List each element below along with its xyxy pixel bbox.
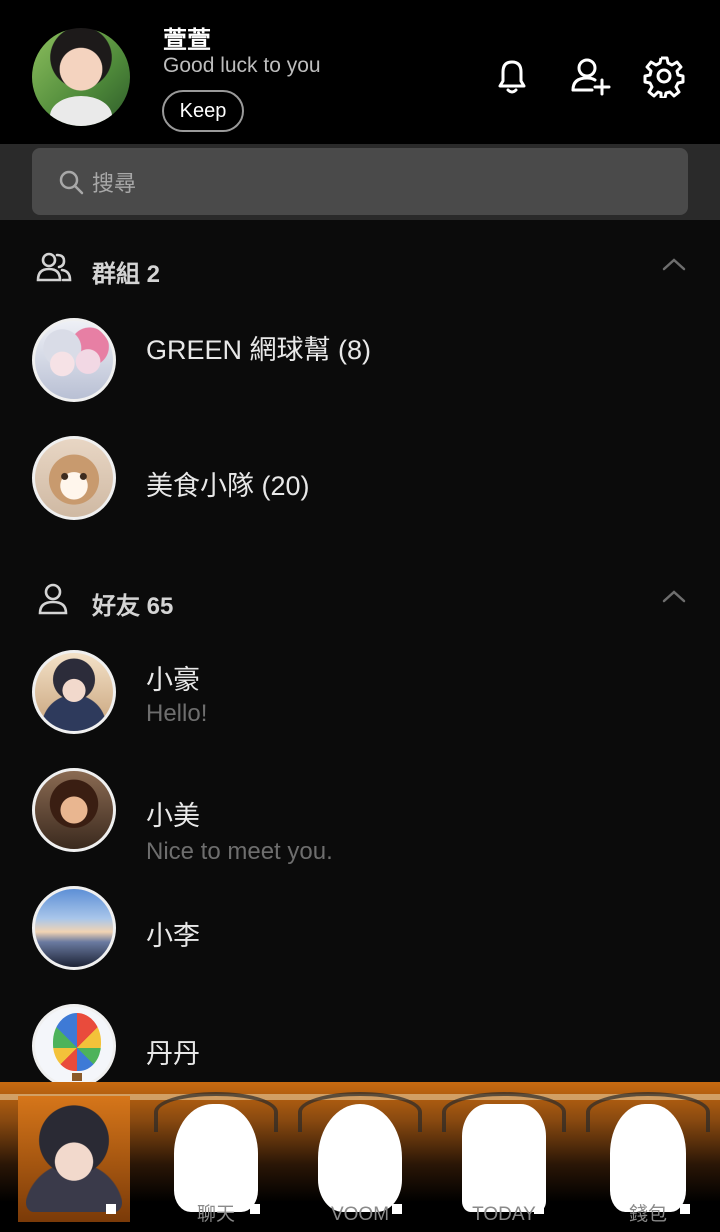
search-input[interactable]: 搜尋 (32, 148, 688, 215)
add-friend-icon[interactable] (568, 54, 612, 98)
friend-avatar (32, 650, 116, 734)
tab-label: 聊天 (196, 1204, 235, 1225)
friend-name: 小李 (146, 921, 200, 951)
search-bar: 搜尋 (0, 144, 720, 220)
group-row-green-tennis[interactable]: GREEN 網球幫 (8) (0, 318, 720, 418)
bell-icon[interactable] (490, 54, 534, 98)
groups-section-label: 群組 2 (92, 261, 161, 288)
friends-section-label: 好友 65 (92, 593, 174, 620)
friend-avatar (32, 1004, 116, 1088)
group-avatar (32, 436, 116, 520)
tab-label: TODAY (472, 1204, 536, 1225)
friend-row[interactable]: 小李 (0, 886, 720, 986)
search-placeholder: 搜尋 (92, 170, 137, 196)
group-name: GREEN 網球幫 (8) (146, 335, 372, 365)
friends-section-header[interactable]: 好友 65 (0, 574, 720, 624)
tab-label: VOOM (330, 1204, 390, 1225)
chevron-up-icon[interactable] (662, 588, 686, 604)
group-row-food-team[interactable]: 美食小隊 (20) (0, 436, 720, 536)
tab-voom[interactable]: VOOM (288, 1082, 432, 1232)
person-icon (38, 583, 68, 615)
wallet-character-icon (610, 1104, 686, 1212)
friend-status: Hello! (146, 700, 208, 727)
profile-status-message[interactable]: Good luck to you (163, 54, 321, 78)
tab-label: 錢包 (628, 1204, 667, 1225)
friend-row[interactable]: 小美 Nice to meet you. (0, 768, 720, 868)
friend-name: 丹丹 (146, 1039, 200, 1069)
friend-row[interactable]: 小豪 Hello! (0, 650, 720, 750)
bottom-tab-bar: 聊天 VOOM TODAY 錢包 (0, 1082, 720, 1232)
groups-section-header[interactable]: 群組 2 (0, 242, 720, 292)
friend-name: 小豪 (146, 665, 200, 695)
gear-icon[interactable] (642, 54, 686, 98)
chat-character-icon (174, 1104, 258, 1212)
tab-wallet[interactable]: 錢包 (576, 1082, 720, 1232)
chevron-up-icon[interactable] (662, 256, 686, 272)
profile-name[interactable]: 萱萱 (163, 20, 211, 55)
profile-avatar[interactable] (32, 28, 130, 126)
home-character-icon (26, 1100, 122, 1212)
tab-today[interactable]: TODAY (432, 1082, 576, 1232)
voom-character-icon (318, 1104, 402, 1212)
friend-name: 小美 (146, 801, 200, 831)
friend-avatar (32, 886, 116, 970)
tab-chats[interactable]: 聊天 (144, 1082, 288, 1232)
today-character-icon (462, 1104, 546, 1212)
keep-button[interactable]: Keep (162, 90, 244, 132)
friend-avatar (32, 768, 116, 852)
group-avatar (32, 318, 116, 402)
group-icon (36, 252, 72, 282)
profile-header: 萱萱 Good luck to you Keep (0, 0, 720, 144)
tab-home[interactable] (0, 1082, 144, 1232)
group-name: 美食小隊 (20) (146, 471, 310, 501)
search-icon (59, 170, 84, 194)
friend-status: Nice to meet you. (146, 838, 333, 865)
